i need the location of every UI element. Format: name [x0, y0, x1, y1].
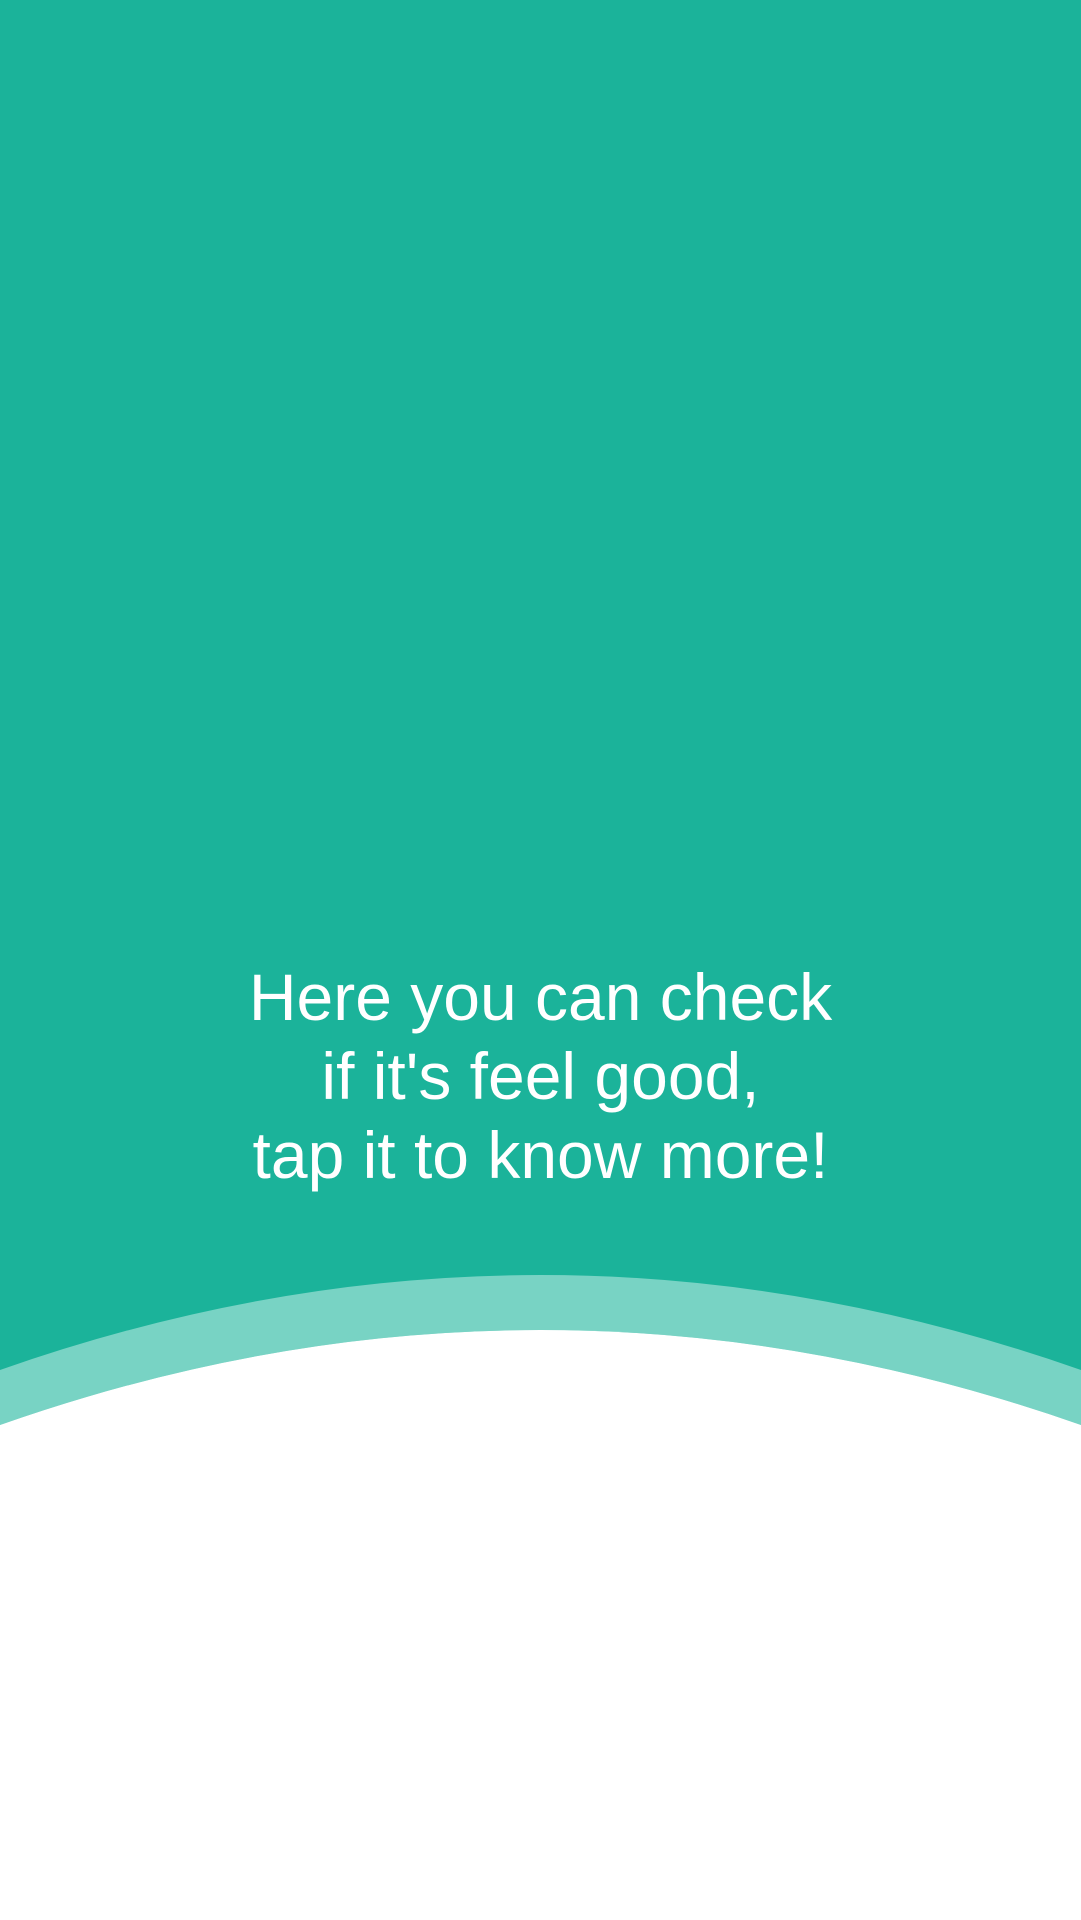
tooltip-line-2: if it's feel good, — [321, 1039, 760, 1113]
tooltip-line-1: Here you can check — [248, 960, 833, 1034]
curved-white-cutout — [0, 1330, 1081, 1920]
primary-panel — [0, 0, 1081, 1425]
onboarding-tooltip-screen[interactable]: Here you can check if it's feel good, ta… — [0, 0, 1081, 1920]
tooltip-message: Here you can check if it's feel good, ta… — [0, 958, 1081, 1195]
tooltip-line-3: tap it to know more! — [252, 1118, 829, 1192]
